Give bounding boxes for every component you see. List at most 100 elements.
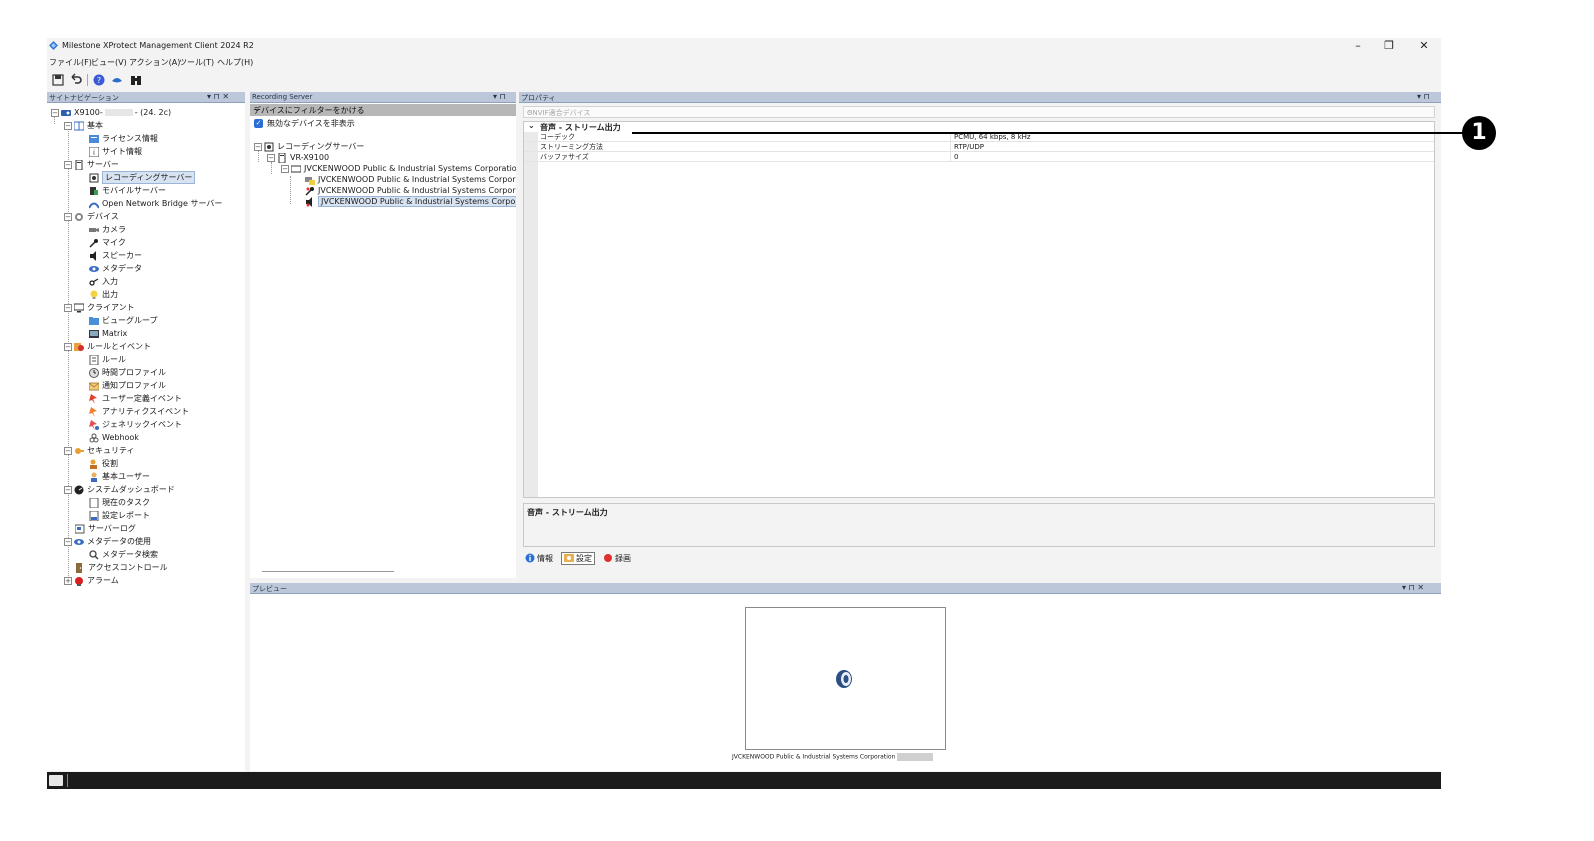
chevron-down-icon[interactable]: ⌄ [253, 103, 510, 114]
collapse-icon[interactable]: − [64, 446, 72, 455]
tree-mic[interactable]: マイク [89, 236, 126, 249]
checkbox-checked-icon[interactable]: ✓ [254, 119, 263, 128]
tree-matrix[interactable]: Matrix [89, 327, 127, 340]
menu-action[interactable]: アクション(A) [129, 57, 180, 68]
tree-access-control[interactable]: アクセスコントロール [75, 561, 168, 574]
tree-label: クライアント [87, 303, 135, 312]
tree-mobile-server[interactable]: モバイルサーバー [89, 184, 166, 197]
rs-tree-server[interactable]: − VR-X9100 [267, 152, 329, 163]
device-filter-bar[interactable]: デバイスにフィルターをかける ⌄ [250, 103, 516, 116]
restore-button[interactable]: ❐ [1374, 39, 1404, 53]
help-icon[interactable]: ? [92, 73, 106, 87]
collapse-icon[interactable]: − [254, 142, 262, 151]
rs-tree-device-group[interactable]: − JVCKENWOOD Public & Industrial Systems… [281, 163, 516, 174]
tree-metadata-use[interactable]: − メタデータの使用 [64, 535, 151, 548]
undo-icon[interactable] [69, 73, 83, 87]
minimize-button[interactable]: – [1343, 39, 1373, 53]
menu-tools[interactable]: ツール(T) [179, 57, 214, 68]
preview-pane-controls[interactable]: ▾ ⊓ ✕ [1402, 583, 1424, 592]
collapse-icon[interactable]: − [64, 212, 72, 221]
properties-pane-controls[interactable]: ▾ ⊓ [1417, 92, 1430, 101]
tree-metadata-search[interactable]: メタデータ検索 [89, 548, 158, 561]
tree-label: Webhook [102, 433, 139, 442]
tree-label: 時間プロファイル [102, 368, 166, 377]
rs-tree-device-2[interactable]: JVCKENWOOD Public & Industrial Systems C… [305, 185, 516, 196]
tree-analytics-events[interactable]: アナリティクスイベント [89, 405, 189, 418]
tree-webhook[interactable]: Webhook [89, 431, 139, 444]
tree-camera[interactable]: カメラ [89, 223, 126, 236]
redacted-device-name [897, 753, 934, 761]
tree-notify-profiles[interactable]: 通知プロファイル [89, 379, 166, 392]
tree-rules-events[interactable]: − ルールとイベント [64, 340, 151, 353]
collapse-icon[interactable]: − [64, 537, 72, 546]
collapse-icon[interactable]: − [267, 153, 275, 162]
save-icon[interactable] [51, 73, 65, 87]
tree-speaker[interactable]: スピーカー [89, 249, 142, 262]
tree-basic-users[interactable]: 基本ユーザー [89, 470, 150, 483]
property-name: バッファサイズ [540, 153, 589, 161]
tree-root[interactable]: − X9100- - (24. 2c) [51, 106, 171, 119]
tree-basic[interactable]: − 基本 [64, 119, 103, 132]
collapse-icon[interactable]: − [51, 108, 59, 117]
collapse-icon[interactable]: − [281, 164, 289, 173]
expand-icon[interactable]: + [64, 576, 72, 585]
tree-line [68, 128, 69, 580]
rs-tree-root[interactable]: − レコーディングサーバー [254, 141, 364, 152]
tree-output[interactable]: 出力 [89, 288, 118, 301]
property-value[interactable]: 0 [950, 152, 1436, 162]
menu-view[interactable]: ビュー(V) [91, 57, 127, 68]
property-category[interactable]: ⌄ 音声 - ストリーム出力 [524, 121, 1434, 132]
tree-input[interactable]: 入力 [89, 275, 118, 288]
rules-events-icon [74, 342, 84, 351]
collapse-icon[interactable]: − [64, 121, 72, 130]
tree-servers[interactable]: − サーバー [64, 158, 119, 171]
tree-security[interactable]: − セキュリティ [64, 444, 135, 457]
tree-user-events[interactable]: ユーザー定義イベント [89, 392, 182, 405]
chevron-down-icon[interactable]: ⌄ [528, 121, 535, 130]
property-row[interactable]: バッファサイズ 0 [524, 152, 1434, 162]
tree-generic-events[interactable]: ジェネリックイベント [89, 418, 182, 431]
collapse-icon[interactable]: − [64, 342, 72, 351]
tree-license[interactable]: ライセンス情報 [89, 132, 158, 145]
tree-config-report[interactable]: 設定レポート [89, 509, 150, 522]
status-monitor-icon[interactable] [49, 775, 63, 786]
rs-tree-device-3[interactable]: JVCKENWOOD Public & Industrial Systems C… [305, 196, 516, 207]
tree-current-tasks[interactable]: 現在のタスク [89, 496, 150, 509]
collapse-icon[interactable]: − [64, 303, 72, 312]
tab-settings[interactable]: 設定 [561, 551, 595, 565]
tree-metadata[interactable]: メタデータ [89, 262, 142, 275]
menu-help[interactable]: ヘルプ(H) [217, 57, 253, 68]
camera-device-icon [305, 176, 315, 185]
close-button[interactable]: ✕ [1409, 39, 1439, 53]
property-value[interactable]: RTP/UDP [950, 142, 1436, 152]
tree-time-profiles[interactable]: 時間プロファイル [89, 366, 166, 379]
menu-file[interactable]: ファイル(F) [49, 57, 92, 68]
tab-record[interactable]: 録画 [601, 552, 633, 565]
tree-server-log[interactable]: サーバーログ [75, 522, 136, 535]
tree-recording-server[interactable]: レコーディングサーバー [89, 171, 196, 184]
tree-site-info[interactable]: i サイト情報 [89, 145, 142, 158]
tree-onb-server[interactable]: Open Network Bridge サーバー [89, 197, 222, 210]
tree-alarm[interactable]: + アラーム [64, 574, 119, 587]
horizontal-scrollbar[interactable] [262, 571, 394, 572]
tab-info[interactable]: 情報 [523, 552, 555, 565]
collapse-icon[interactable]: − [64, 485, 72, 494]
binoculars-icon[interactable] [129, 73, 143, 87]
recording-pane-controls[interactable]: ▾ ⊓ [493, 92, 506, 101]
collapse-icon[interactable]: − [64, 160, 72, 169]
site-nav-pane-controls[interactable]: ▾ ⊓ ✕ [207, 92, 229, 101]
preview-tile[interactable] [745, 607, 946, 750]
envelope-icon [89, 382, 99, 390]
hide-disabled-checkbox-row[interactable]: ✓ 無効なデバイスを非表示 [254, 118, 355, 129]
tree-client[interactable]: − クライアント [64, 301, 135, 314]
tree-rules[interactable]: ルール [89, 353, 126, 366]
tree-roles[interactable]: 役割 [89, 457, 118, 470]
tree-dashboard[interactable]: − システムダッシュボード [64, 483, 175, 496]
property-row[interactable]: ストリーミング方法 RTP/UDP [524, 142, 1434, 152]
chevron-down-icon[interactable]: ⌄ [527, 107, 1431, 115]
rs-tree-device-1[interactable]: JVCKENWOOD Public & Industrial Systems C… [305, 174, 516, 185]
device-type-combo[interactable]: ONVIF適合デバイス ⌄ [523, 106, 1435, 118]
tree-devices[interactable]: − デバイス [64, 210, 119, 223]
tree-view-group[interactable]: ビューグループ [89, 314, 158, 327]
refresh-icon[interactable] [110, 73, 124, 87]
